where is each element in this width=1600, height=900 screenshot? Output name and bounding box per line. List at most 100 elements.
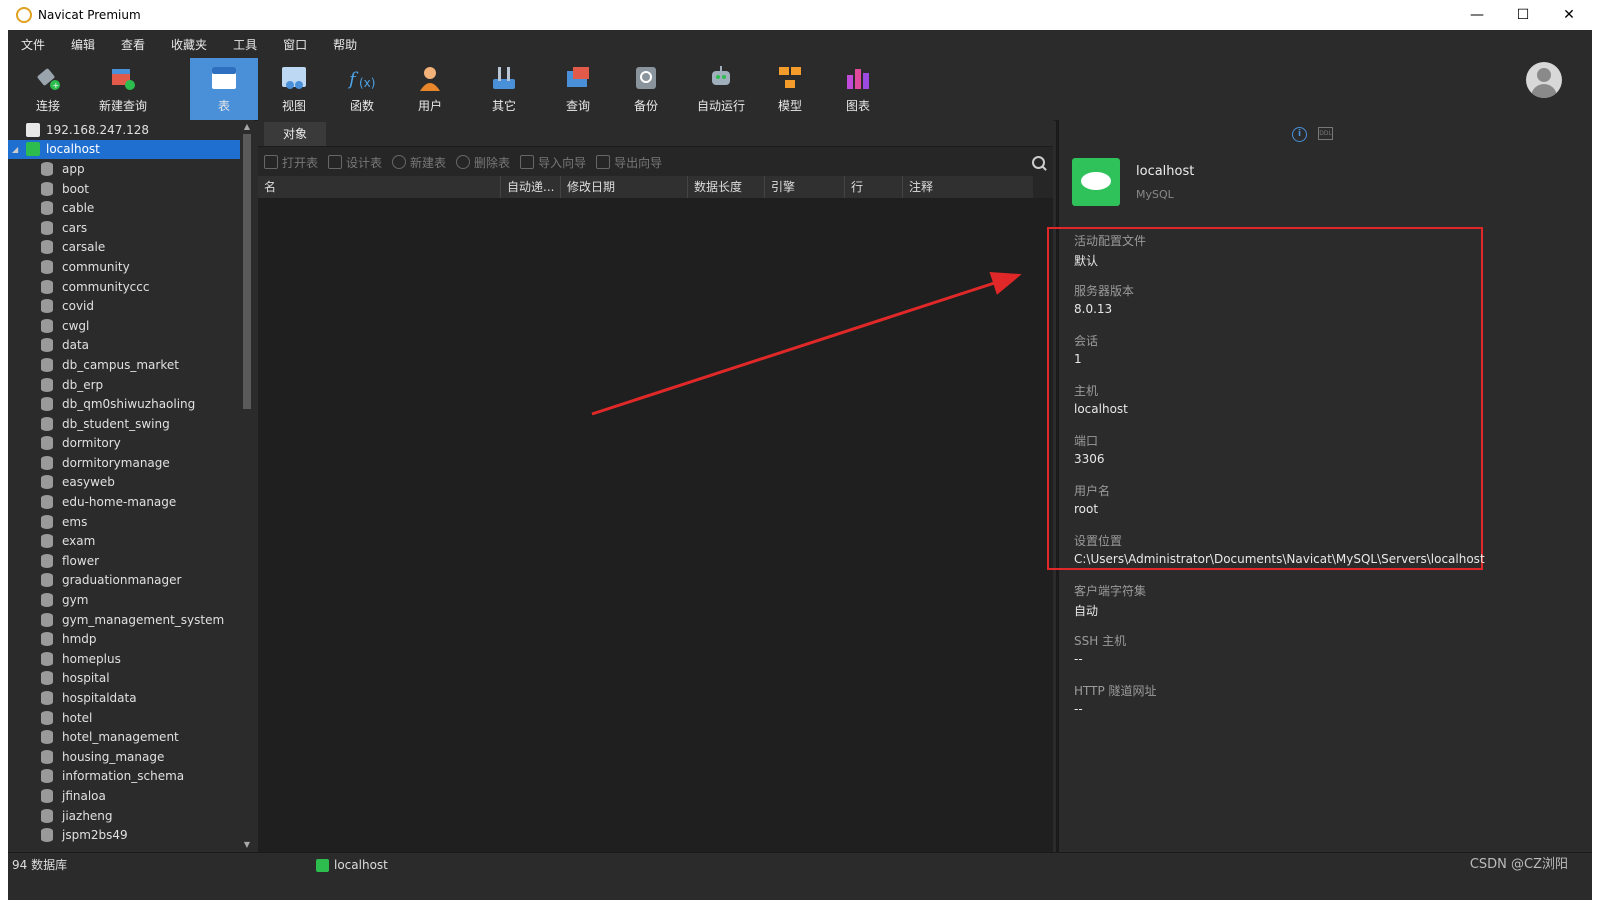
database-item[interactable]: easyweb <box>8 473 240 493</box>
menu-window[interactable]: 窗口 <box>270 36 320 53</box>
database-item[interactable]: jiazheng <box>8 806 240 826</box>
info-field-value: -- <box>1074 652 1083 666</box>
avatar[interactable] <box>1526 62 1562 98</box>
database-item[interactable]: cable <box>8 198 240 218</box>
database-item[interactable]: communityccc <box>8 277 240 297</box>
database-label: graduationmanager <box>62 573 182 588</box>
database-item[interactable]: jfinaloa <box>8 786 240 806</box>
menu-help[interactable]: 帮助 <box>320 36 370 53</box>
database-item[interactable]: edu-home-manage <box>8 492 240 512</box>
database-item[interactable]: hotel_management <box>8 727 240 747</box>
connect-button[interactable]: + 连接 <box>22 58 74 120</box>
server-item-localhost[interactable]: ◢ localhost <box>8 139 240 160</box>
database-icon <box>41 808 53 823</box>
scroll-up-icon[interactable]: ▲ <box>240 120 254 134</box>
database-label: gym_management_system <box>62 612 225 627</box>
table-button[interactable]: 表 <box>190 58 258 120</box>
object-list[interactable] <box>258 198 1053 852</box>
database-item[interactable]: db_erp <box>8 375 240 395</box>
database-item[interactable]: dormitory <box>8 434 240 454</box>
database-item[interactable]: information_schema <box>8 767 240 787</box>
new-query-button[interactable]: 新建查询 <box>90 58 156 120</box>
database-item[interactable]: db_qm0shiwuzhaoling <box>8 394 240 414</box>
menu-tools[interactable]: 工具 <box>220 36 270 53</box>
database-item[interactable]: gym_management_system <box>8 610 240 630</box>
database-label: db_student_swing <box>62 416 170 431</box>
database-item[interactable]: flower <box>8 551 240 571</box>
database-item[interactable]: hotel <box>8 708 240 728</box>
menu-view[interactable]: 查看 <box>108 36 158 53</box>
new-table-button[interactable]: 新建表 <box>392 154 446 171</box>
query-button[interactable]: 查询 <box>552 58 604 120</box>
database-item[interactable]: hospitaldata <box>8 688 240 708</box>
connection-name: localhost <box>1136 164 1195 179</box>
info-field-value: C:\Users\Administrator\Documents\Navicat… <box>1074 552 1485 566</box>
minimize-button[interactable]: — <box>1454 0 1500 30</box>
menu-edit[interactable]: 编辑 <box>58 36 108 53</box>
database-item[interactable]: hospital <box>8 669 240 689</box>
info-field-value: 1 <box>1074 352 1082 366</box>
database-item[interactable]: boot <box>8 179 240 199</box>
info-field: HTTP 隧道网址 -- <box>1074 682 1157 720</box>
search-icon[interactable] <box>1032 156 1045 169</box>
database-item[interactable]: housing_manage <box>8 747 240 767</box>
database-item[interactable]: ems <box>8 512 240 532</box>
database-item[interactable]: gym <box>8 590 240 610</box>
info-field: 客户端字符集 自动 <box>1074 582 1146 620</box>
database-item[interactable]: db_student_swing <box>8 414 240 434</box>
col-engine[interactable]: 引擎 <box>764 176 844 198</box>
close-button[interactable]: ✕ <box>1546 0 1592 30</box>
maximize-button[interactable]: ☐ <box>1500 0 1546 30</box>
database-item[interactable]: exam <box>8 531 240 551</box>
view-button[interactable]: 视图 <box>268 58 320 120</box>
database-label: exam <box>62 534 96 549</box>
col-rows[interactable]: 行 <box>844 176 902 198</box>
database-item[interactable]: data <box>8 336 240 356</box>
col-data-length[interactable]: 数据长度 <box>687 176 764 198</box>
design-table-button[interactable]: 设计表 <box>328 154 382 171</box>
database-item[interactable]: hmdp <box>8 629 240 649</box>
server-item[interactable]: 192.168.247.128 <box>8 120 240 140</box>
info-field-value: 8.0.13 <box>1074 302 1113 316</box>
database-item[interactable]: carsale <box>8 238 240 258</box>
database-item[interactable]: homeplus <box>8 649 240 669</box>
info-field-label: 服务器版本 <box>1074 284 1135 298</box>
ddl-icon[interactable]: DDL <box>1318 127 1333 140</box>
col-auto-increment[interactable]: 自动递... <box>500 176 560 198</box>
scroll-down-icon[interactable]: ▼ <box>240 838 254 852</box>
delete-table-button[interactable]: 删除表 <box>456 154 510 171</box>
chart-button[interactable]: 图表 <box>832 58 884 120</box>
expand-arrow-icon[interactable]: ◢ <box>12 145 18 154</box>
menu-favorites[interactable]: 收藏夹 <box>158 36 220 53</box>
database-icon <box>41 338 53 353</box>
tree-scrollbar[interactable]: ▲ ▼ <box>240 120 254 852</box>
info-field: 活动配置文件 默认 <box>1074 232 1146 270</box>
scroll-thumb[interactable] <box>243 134 251 409</box>
function-button[interactable]: f (x) 函数 <box>336 58 388 120</box>
other-button[interactable]: 其它 <box>476 58 532 120</box>
database-item[interactable]: jspm2bs49 <box>8 825 240 845</box>
database-item[interactable]: graduationmanager <box>8 571 240 591</box>
user-button[interactable]: 用户 <box>404 58 456 120</box>
menu-file[interactable]: 文件 <box>8 36 58 53</box>
model-button[interactable]: 模型 <box>764 58 816 120</box>
open-table-button[interactable]: 打开表 <box>264 154 318 171</box>
database-item[interactable]: cwgl <box>8 316 240 336</box>
database-item[interactable]: cars <box>8 218 240 238</box>
backup-button[interactable]: 备份 <box>620 58 672 120</box>
database-item[interactable]: db_campus_market <box>8 355 240 375</box>
col-modified-date[interactable]: 修改日期 <box>560 176 687 198</box>
export-wizard-button[interactable]: 导出向导 <box>596 154 662 171</box>
info-field: 设置位置 C:\Users\Administrator\Documents\Nav… <box>1074 532 1485 570</box>
database-item[interactable]: app <box>8 159 240 179</box>
automation-button[interactable]: 自动运行 <box>688 58 754 120</box>
col-comment[interactable]: 注释 <box>902 176 1033 198</box>
tab-objects[interactable]: 对象 <box>264 122 326 146</box>
query-icon <box>563 63 593 93</box>
col-name[interactable]: 名 <box>258 176 500 198</box>
info-icon[interactable]: i <box>1292 127 1307 142</box>
import-wizard-button[interactable]: 导入向导 <box>520 154 586 171</box>
database-item[interactable]: dormitorymanage <box>8 453 240 473</box>
database-item[interactable]: community <box>8 257 240 277</box>
database-item[interactable]: covid <box>8 296 240 316</box>
